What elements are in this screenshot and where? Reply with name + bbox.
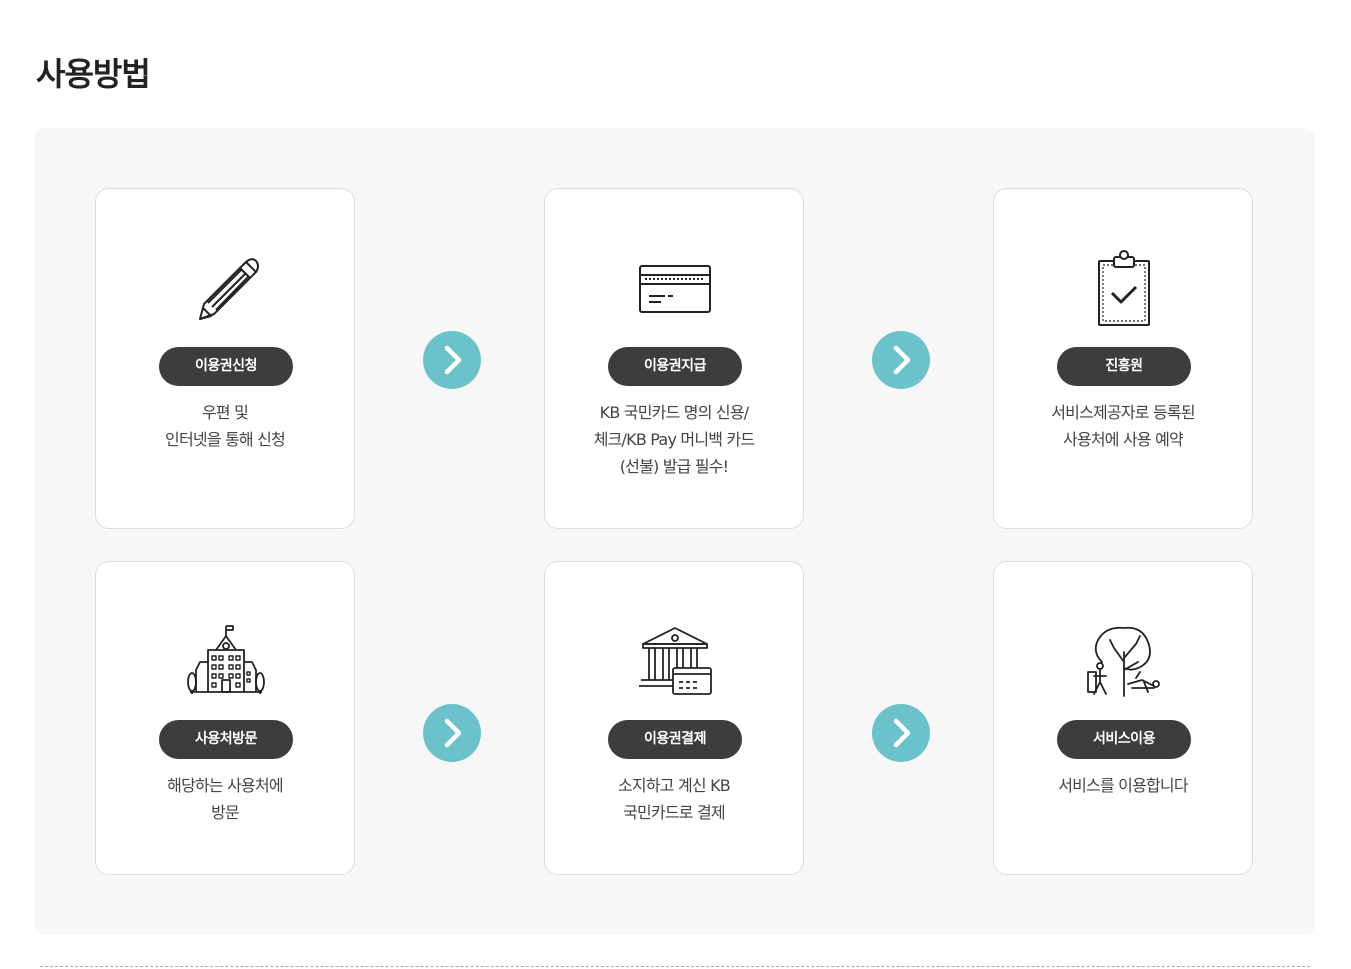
page: 사용방법 이용권신청 우편 및 인터넷을 통해 신청 이용권지급 KB 국민카드… bbox=[0, 0, 1351, 969]
step-description-line: (선불) 발급 필수! bbox=[619, 457, 729, 476]
step-card-service: 서비스이용 서비스를 이용합니다 bbox=[993, 561, 1253, 875]
chevron-right-icon bbox=[423, 704, 481, 762]
step-description: 서비스를 이용합니다 bbox=[1004, 772, 1242, 799]
pencil-icon bbox=[186, 249, 266, 329]
chevron-right-icon bbox=[872, 704, 930, 762]
page-title: 사용방법 bbox=[36, 55, 151, 93]
step-description-line: KB 국민카드 명의 신용/ bbox=[599, 403, 749, 422]
chevron-right-icon bbox=[423, 331, 481, 389]
step-description-line: 우편 및 bbox=[201, 403, 249, 422]
step-card-visit: 사용처방문 해당하는 사용처에 방문 bbox=[95, 561, 355, 875]
school-building-icon bbox=[186, 622, 266, 702]
step-description: KB 국민카드 명의 신용/ 체크/KB Pay 머니백 카드 (선불) 발급 … bbox=[555, 399, 793, 480]
step-badge: 사용처방문 bbox=[159, 720, 293, 759]
usage-steps-panel: 이용권신청 우편 및 인터넷을 통해 신청 이용권지급 KB 국민카드 명의 신… bbox=[35, 128, 1315, 935]
step-badge: 진흥원 bbox=[1057, 347, 1191, 386]
park-leisure-icon bbox=[1084, 622, 1164, 702]
step-description: 소지하고 계신 KB 국민카드로 결제 bbox=[555, 772, 793, 826]
section-divider bbox=[40, 966, 1310, 967]
step-description-line: 해당하는 사용처에 bbox=[167, 776, 283, 795]
step-description-line: 방문 bbox=[211, 803, 240, 822]
credit-card-icon bbox=[635, 249, 715, 329]
step-badge: 이용권신청 bbox=[159, 347, 293, 386]
step-description-line: 사용처에 사용 예약 bbox=[1063, 430, 1184, 449]
step-description-line: 체크/KB Pay 머니백 카드 bbox=[593, 430, 755, 449]
step-description: 해당하는 사용처에 방문 bbox=[106, 772, 344, 826]
bank-card-icon bbox=[635, 622, 715, 702]
step-badge: 서비스이용 bbox=[1057, 720, 1191, 759]
step-description-line: 서비스를 이용합니다 bbox=[1058, 776, 1188, 795]
step-description-line: 국민카드로 결제 bbox=[623, 803, 726, 822]
step-badge: 이용권지급 bbox=[608, 347, 742, 386]
step-description-line: 소지하고 계신 KB bbox=[618, 776, 731, 795]
clipboard-check-icon bbox=[1084, 249, 1164, 329]
step-card-issue: 이용권지급 KB 국민카드 명의 신용/ 체크/KB Pay 머니백 카드 (선… bbox=[544, 188, 804, 529]
step-description-line: 인터넷을 통해 신청 bbox=[165, 430, 286, 449]
step-description-line: 서비스제공자로 등록된 bbox=[1051, 403, 1195, 422]
chevron-right-icon bbox=[872, 331, 930, 389]
step-card-apply: 이용권신청 우편 및 인터넷을 통해 신청 bbox=[95, 188, 355, 529]
step-description: 서비스제공자로 등록된 사용처에 사용 예약 bbox=[1004, 399, 1242, 453]
step-card-reserve: 진흥원 서비스제공자로 등록된 사용처에 사용 예약 bbox=[993, 188, 1253, 529]
step-card-payment: 이용권결제 소지하고 계신 KB 국민카드로 결제 bbox=[544, 561, 804, 875]
step-badge: 이용권결제 bbox=[608, 720, 742, 759]
step-description: 우편 및 인터넷을 통해 신청 bbox=[106, 399, 344, 453]
